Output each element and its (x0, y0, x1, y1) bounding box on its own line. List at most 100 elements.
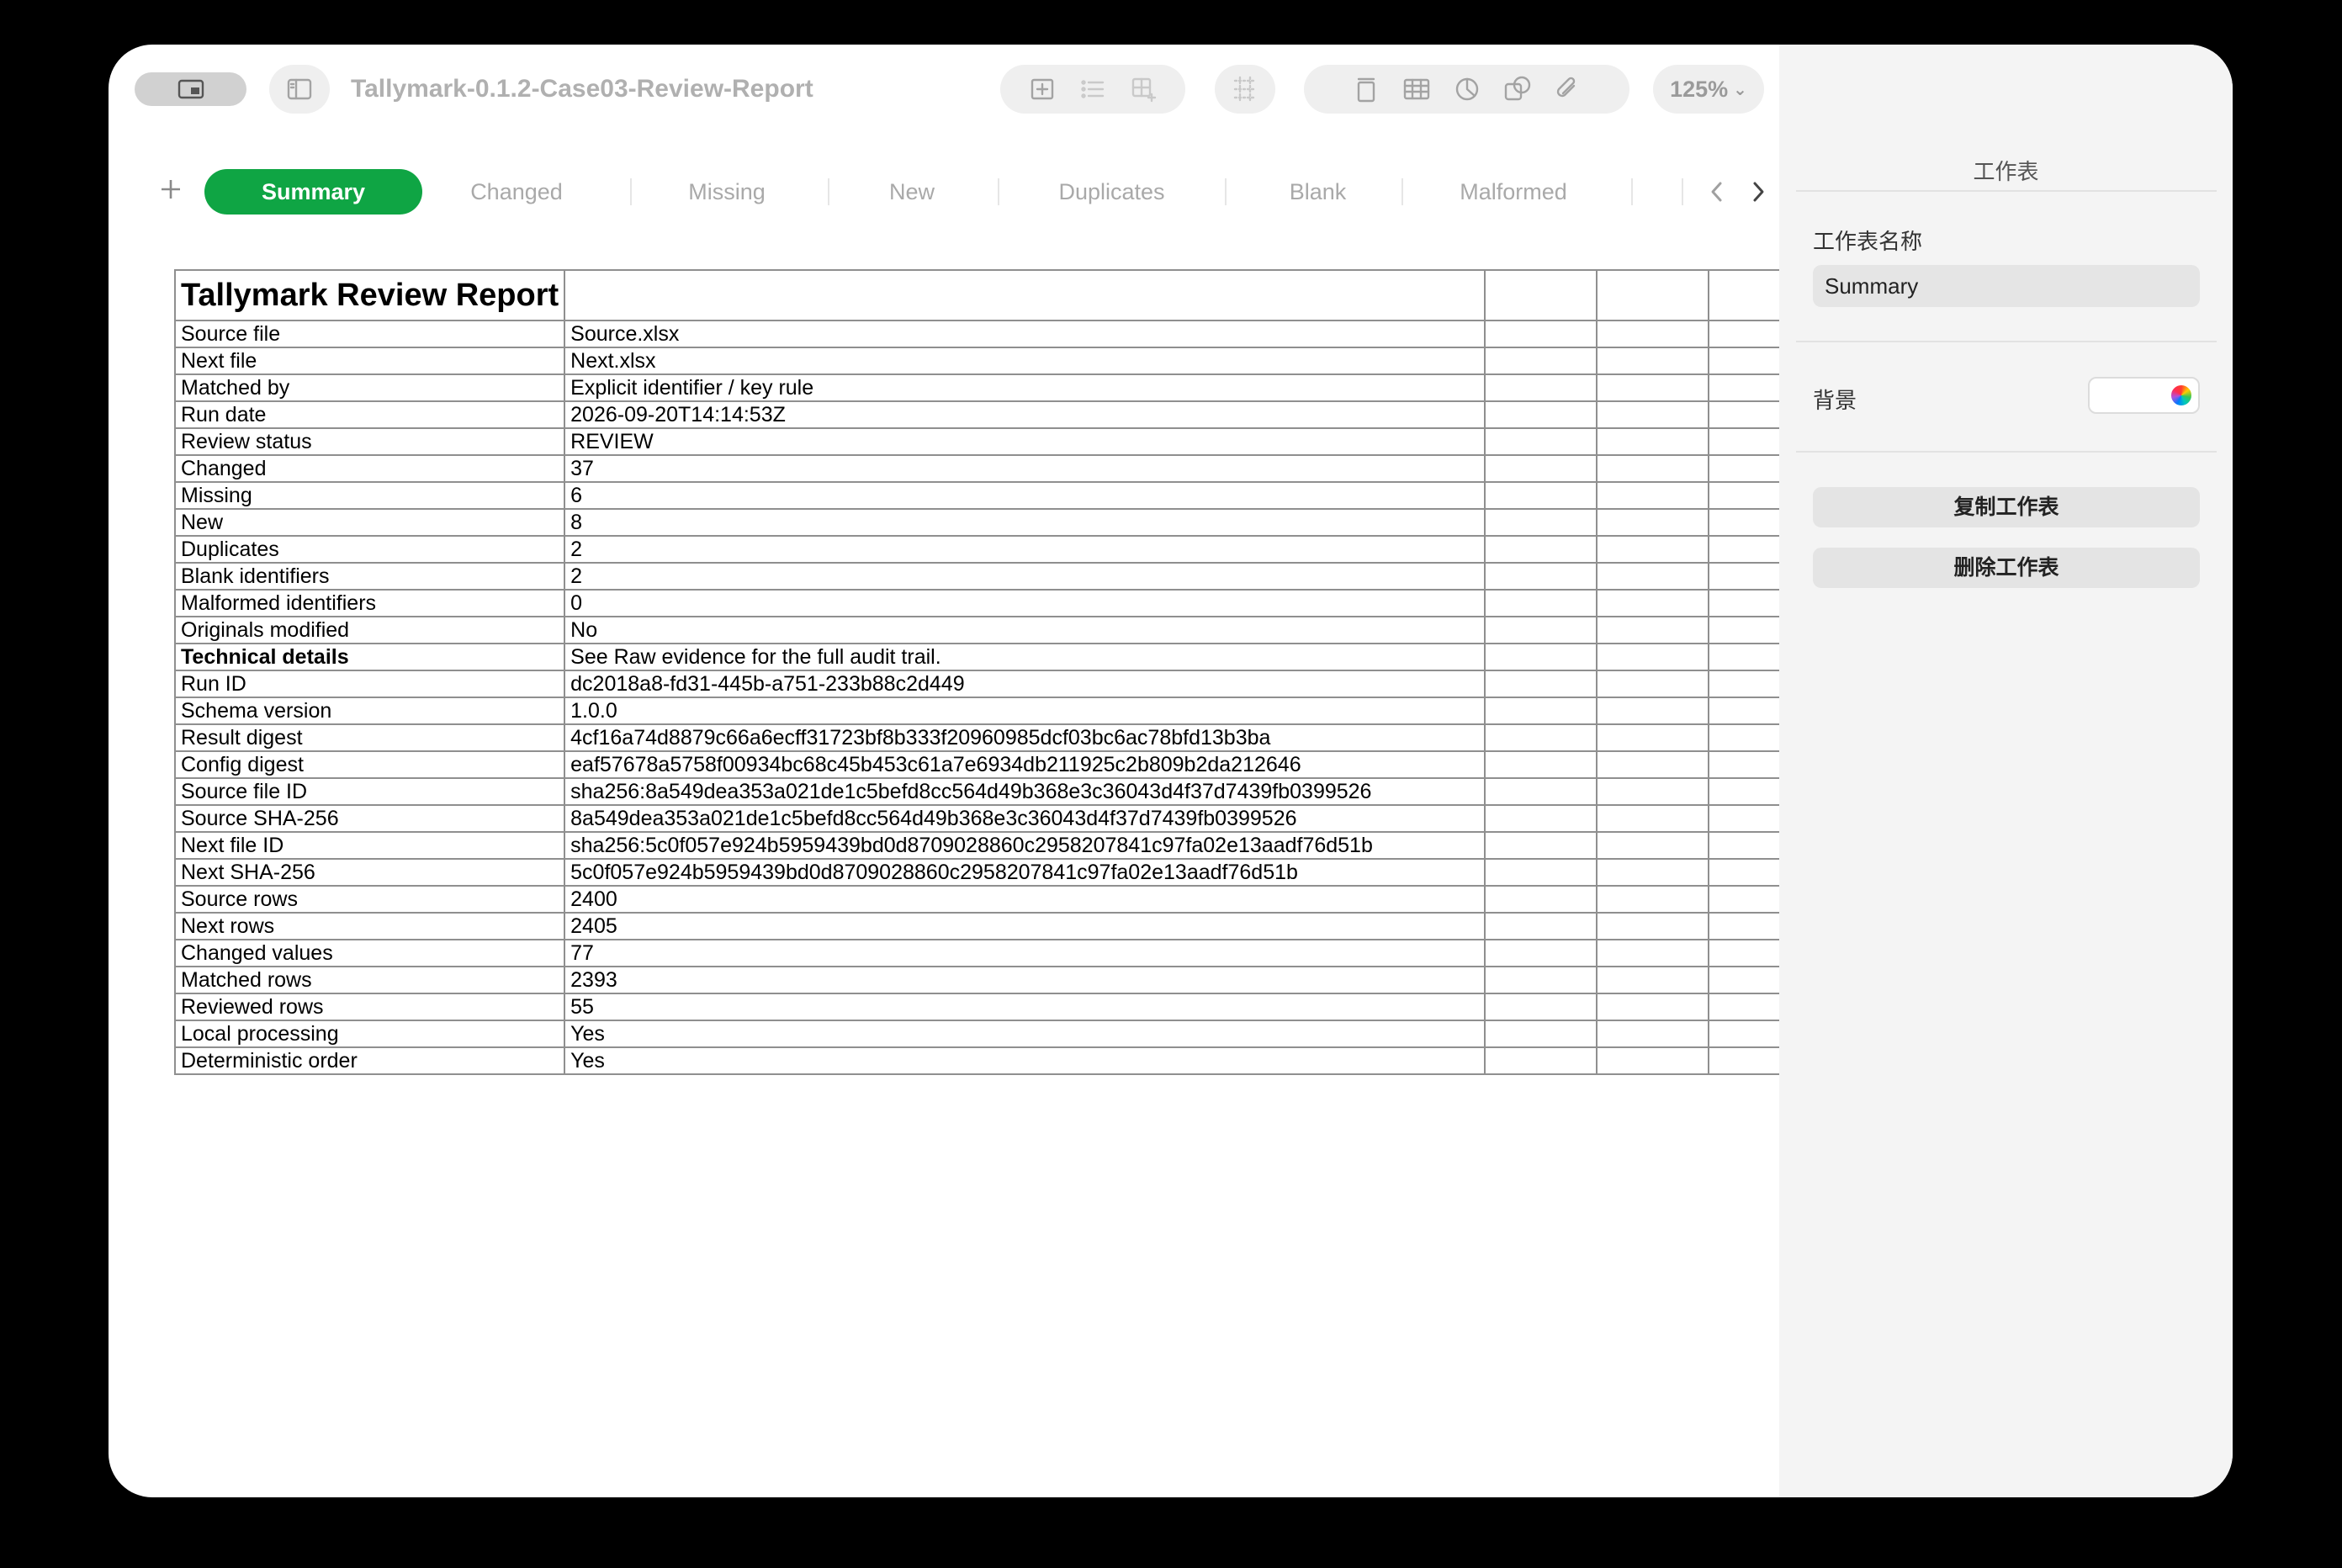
table-cell[interactable] (1484, 347, 1598, 375)
text-box-button[interactable] (1341, 65, 1391, 114)
row-value[interactable]: sha256:8a549dea353a021de1c5befd8cc564d49… (564, 777, 1486, 806)
tab-duplicates[interactable]: Duplicates (1017, 169, 1206, 215)
table-cell[interactable] (1596, 777, 1710, 806)
row-label[interactable]: Missing (174, 481, 566, 510)
table-cell[interactable] (1484, 885, 1598, 914)
row-label[interactable]: Source file ID (174, 777, 566, 806)
add-sheet-button[interactable] (151, 169, 191, 209)
table-cell[interactable] (1596, 939, 1710, 967)
row-label[interactable]: Source rows (174, 885, 566, 914)
table-cell[interactable] (1596, 1020, 1710, 1048)
row-label[interactable]: Config digest (174, 750, 566, 779)
row-value[interactable]: REVIEW (564, 427, 1486, 456)
table-cell[interactable] (1484, 508, 1598, 537)
insert-button[interactable] (1017, 65, 1068, 114)
table-cell[interactable] (1484, 966, 1598, 994)
row-value[interactable]: Next.xlsx (564, 347, 1486, 375)
row-label[interactable]: Next rows (174, 912, 566, 940)
row-label[interactable]: Technical details (174, 643, 566, 671)
inspector-tab-sheet[interactable]: 工作表 (1779, 151, 2233, 194)
table-cell[interactable] (1596, 912, 1710, 940)
table-cell[interactable] (1484, 535, 1598, 564)
table-cell[interactable] (1484, 320, 1598, 348)
table-cell[interactable] (1596, 804, 1710, 833)
table-cell[interactable] (1596, 347, 1710, 375)
table-cell[interactable] (1596, 750, 1710, 779)
row-label[interactable]: Reviewed rows (174, 993, 566, 1021)
tab-blank[interactable]: Blank (1244, 169, 1391, 215)
tab-missing[interactable]: Missing (647, 169, 807, 215)
sidebar-button[interactable] (269, 65, 330, 114)
table-cell[interactable] (1484, 1020, 1598, 1048)
row-value[interactable]: 5c0f057e924b5959439bd0d8709028860c295820… (564, 858, 1486, 887)
row-value[interactable]: 2400 (564, 885, 1486, 914)
table-cell[interactable] (1596, 320, 1710, 348)
row-label[interactable]: Schema version (174, 697, 566, 725)
table-add-button[interactable] (1118, 65, 1168, 114)
row-value[interactable]: Explicit identifier / key rule (564, 373, 1486, 402)
row-label[interactable]: New (174, 508, 566, 537)
row-value[interactable]: dc2018a8-fd31-445b-a751-233b88c2d449 (564, 670, 1486, 698)
row-value[interactable]: 77 (564, 939, 1486, 967)
row-label[interactable]: Source file (174, 320, 566, 348)
table-cell[interactable] (1484, 912, 1598, 940)
row-label[interactable]: Source SHA-256 (174, 804, 566, 833)
table-cell[interactable] (1484, 804, 1598, 833)
row-value[interactable]: Source.xlsx (564, 320, 1486, 348)
row-label[interactable]: Next file ID (174, 831, 566, 860)
row-value[interactable]: 6 (564, 481, 1486, 510)
table-cell[interactable] (1484, 777, 1598, 806)
color-wheel-icon[interactable] (2170, 384, 2193, 407)
row-label[interactable]: Changed (174, 454, 566, 483)
table-cell[interactable] (1596, 427, 1710, 456)
table-cell[interactable] (1484, 454, 1598, 483)
table-cell[interactable] (1484, 939, 1598, 967)
attachment-button[interactable] (1543, 65, 1593, 114)
row-value[interactable]: 37 (564, 454, 1486, 483)
table-cell[interactable] (1596, 373, 1710, 402)
row-label[interactable]: Matched rows (174, 966, 566, 994)
grid-button[interactable] (1220, 65, 1270, 114)
row-value[interactable]: No (564, 616, 1486, 644)
background-color-well[interactable] (2088, 377, 2200, 414)
delete-sheet-button[interactable]: 删除工作表 (1813, 548, 2200, 588)
table-cell[interactable] (1596, 885, 1710, 914)
row-label[interactable]: Review status (174, 427, 566, 456)
list-button[interactable] (1068, 65, 1118, 114)
row-label[interactable]: Run date (174, 400, 566, 429)
table-cell[interactable] (1484, 400, 1598, 429)
table-cell[interactable] (1596, 269, 1710, 321)
row-value[interactable]: 2393 (564, 966, 1486, 994)
tabs-scroll-right-button[interactable] (1741, 171, 1775, 213)
row-label[interactable]: Local processing (174, 1020, 566, 1048)
table-cell[interactable] (1596, 535, 1710, 564)
table-cell[interactable] (564, 269, 1486, 321)
tab-new[interactable]: New (849, 169, 975, 215)
table-button[interactable] (1391, 65, 1442, 114)
zoom-dropdown[interactable]: 125% ⌄ (1653, 65, 1764, 114)
table-cell[interactable] (1596, 831, 1710, 860)
table-cell[interactable] (1484, 643, 1598, 671)
row-label[interactable]: Next file (174, 347, 566, 375)
table-cell[interactable] (1484, 1046, 1598, 1075)
table-cell[interactable] (1484, 993, 1598, 1021)
row-label[interactable]: Duplicates (174, 535, 566, 564)
row-value[interactable]: 2 (564, 562, 1486, 591)
table-cell[interactable] (1596, 1046, 1710, 1075)
report-title[interactable]: Tallymark Review Report (174, 269, 566, 321)
table-cell[interactable] (1484, 858, 1598, 887)
table-cell[interactable] (1484, 427, 1598, 456)
table-cell[interactable] (1596, 858, 1710, 887)
row-label[interactable]: Changed values (174, 939, 566, 967)
table-cell[interactable] (1596, 400, 1710, 429)
row-label[interactable]: Result digest (174, 723, 566, 752)
table-cell[interactable] (1596, 697, 1710, 725)
table-cell[interactable] (1484, 723, 1598, 752)
table-cell[interactable] (1596, 966, 1710, 994)
table-cell[interactable] (1596, 481, 1710, 510)
row-value[interactable]: eaf57678a5758f00934bc68c45b453c61a7e6934… (564, 750, 1486, 779)
table-cell[interactable] (1484, 616, 1598, 644)
table-cell[interactable] (1596, 562, 1710, 591)
table-cell[interactable] (1596, 643, 1710, 671)
view-toggle-button[interactable] (135, 72, 246, 106)
